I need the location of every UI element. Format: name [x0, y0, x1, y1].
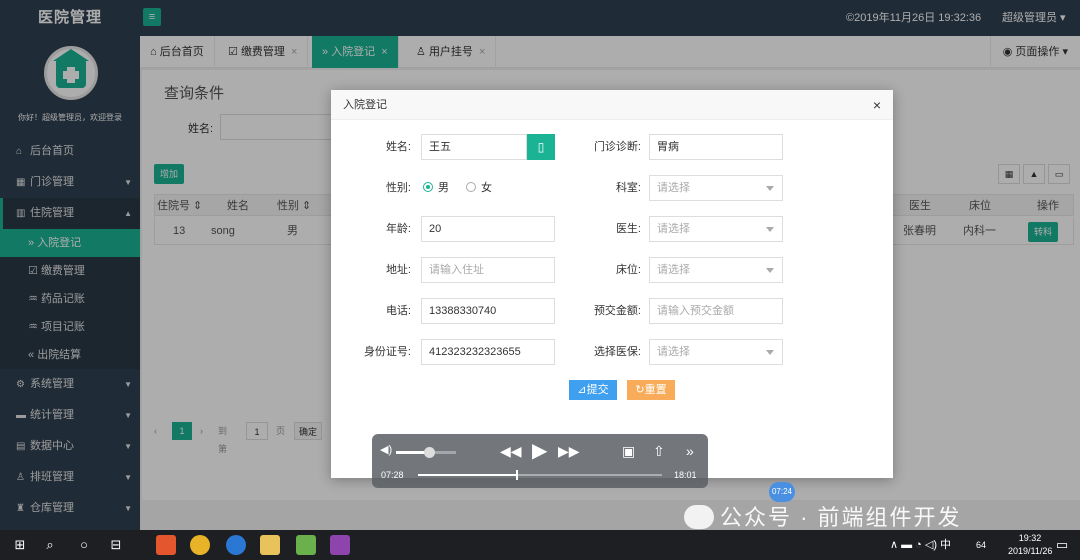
address-field[interactable]: 请输入住址	[421, 257, 555, 283]
search-icon[interactable]: ⌕	[40, 535, 60, 555]
chrome-icon[interactable]	[190, 535, 210, 555]
note-icon[interactable]: ▯	[527, 134, 555, 160]
volume-handle[interactable]	[424, 447, 435, 458]
dept-label: 科室:	[615, 182, 641, 194]
seek-handle[interactable]	[515, 470, 518, 480]
notification-icon[interactable]: ▭	[1052, 535, 1072, 555]
cortana-icon[interactable]: ○	[74, 535, 94, 555]
more-icon[interactable]: »	[686, 438, 694, 464]
gender-male-radio[interactable]: 男	[423, 175, 449, 201]
ide-icon[interactable]	[330, 535, 350, 555]
gender-label: 性别:	[385, 182, 411, 194]
seek-time-bubble: 07:24	[769, 482, 795, 502]
video-player: ◀) ◀◀ ▶ ▶▶ ▣ ⇧ » 07:28 18:01	[372, 434, 708, 488]
bed-label: 床位:	[615, 264, 641, 276]
tray-badge: 64	[976, 540, 987, 550]
windows-start-icon[interactable]: ⊞	[10, 535, 30, 555]
diagnosis-field[interactable]: 胃病	[649, 134, 783, 160]
system-tray[interactable]: ∧ ▬ ◔ ◁) 中	[890, 530, 951, 560]
app-icon-2[interactable]	[296, 535, 316, 555]
doctor-label: 医生:	[615, 223, 641, 235]
submit-button[interactable]: ⊿提交	[569, 380, 617, 400]
volume-slider[interactable]	[396, 447, 456, 458]
insurance-select[interactable]: 请选择	[649, 339, 783, 365]
insurance-label: 选择医保:	[593, 346, 641, 358]
wechat-icon	[684, 505, 714, 529]
address-label: 地址:	[385, 264, 411, 276]
age-field[interactable]: 20	[421, 216, 555, 242]
close-icon[interactable]: ×	[873, 90, 881, 120]
radio-unchecked-icon	[466, 182, 476, 192]
dept-select[interactable]: 请选择	[649, 175, 783, 201]
rewind-icon[interactable]: ◀◀	[500, 438, 522, 464]
gender-female-label: 女	[481, 182, 492, 194]
clock-date: 2019/11/26	[1008, 546, 1053, 556]
seek-bar[interactable]	[418, 470, 662, 480]
modal-header: 入院登记 ×	[331, 90, 893, 120]
age-label: 年龄:	[385, 223, 411, 235]
deposit-field[interactable]: 请输入预交金额	[649, 298, 783, 324]
seek-fill	[418, 474, 516, 476]
volume-icon[interactable]: ◀)	[380, 443, 392, 456]
modal-title: 入院登记	[343, 99, 387, 111]
clock-time: 19:32	[1018, 533, 1042, 543]
diagnosis-label: 门诊诊断:	[593, 141, 641, 153]
reset-button[interactable]: ↻重置	[627, 380, 675, 400]
name-label: 姓名:	[385, 141, 411, 153]
total-time: 18:01	[674, 470, 697, 480]
admission-modal: 入院登记 × 姓名: 王五 ▯ 性别: 男 女 年龄: 20 地址: 请输入住址…	[331, 90, 893, 478]
app-icon-1[interactable]	[156, 535, 176, 555]
current-time: 07:28	[381, 470, 404, 480]
fast-forward-icon[interactable]: ▶▶	[558, 438, 580, 464]
gender-male-label: 男	[438, 182, 449, 194]
watermark: 公众号 · 前端组件开发	[684, 500, 962, 532]
phone-field[interactable]: 13388330740	[421, 298, 555, 324]
pip-icon[interactable]: ▣	[622, 438, 635, 464]
idcard-label: 身份证号:	[363, 346, 411, 358]
share-icon[interactable]: ⇧	[653, 438, 665, 464]
taskbar-clock[interactable]: 19:32 2019/11/26	[1008, 532, 1052, 558]
idcard-field[interactable]: 412323232323655	[421, 339, 555, 365]
task-view-icon[interactable]: ⊟	[106, 535, 126, 555]
os-taskbar: ⊞ ⌕ ○ ⊟ ∧ ▬ ◔ ◁) 中 64 19:32 2019/11/26 ▭	[0, 530, 1080, 560]
deposit-label: 预交金额:	[593, 305, 641, 317]
play-icon[interactable]: ▶	[532, 438, 547, 464]
phone-label: 电话:	[385, 305, 411, 317]
doctor-select[interactable]: 请选择	[649, 216, 783, 242]
gender-female-radio[interactable]: 女	[466, 175, 492, 201]
watermark-text: 公众号 · 前端组件开发	[720, 505, 962, 530]
edge-icon[interactable]	[226, 535, 246, 555]
name-field[interactable]: 王五	[421, 134, 527, 160]
bed-select[interactable]: 请选择	[649, 257, 783, 283]
file-explorer-icon[interactable]	[260, 535, 280, 555]
radio-checked-icon	[423, 182, 433, 192]
